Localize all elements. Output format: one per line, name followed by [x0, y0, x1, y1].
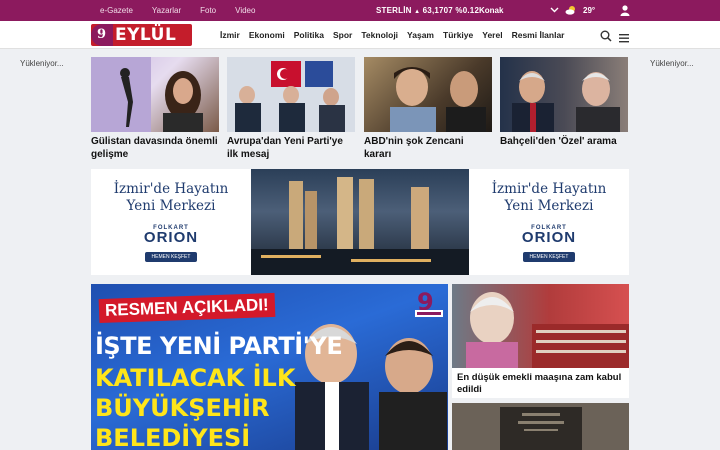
ad-brand-main: ORION: [521, 229, 577, 246]
loading-left: Yükleniyor...: [20, 59, 64, 68]
menu-item-ekonomi[interactable]: Ekonomi: [249, 30, 285, 40]
headline-tag: RESMEN AÇIKLADI!: [98, 292, 276, 324]
search-icon[interactable]: [600, 29, 612, 42]
ad-cta-button[interactable]: HEMEN KEŞFET: [144, 252, 198, 262]
news-image: [500, 57, 628, 132]
side-news-card[interactable]: En düşük emekli maaşına zam kabul edildi: [452, 284, 629, 398]
news-card[interactable]: ABD'nin şok Zencani kararı: [364, 57, 492, 161]
user-icon[interactable]: [620, 5, 630, 16]
ad-headline-2: Yeni Merkezi: [504, 198, 594, 214]
top-bar: e-Gazete Yazarlar Foto Video STERLİN ▲ 6…: [0, 0, 720, 21]
ad-headline-2: Yeni Merkezi: [126, 198, 216, 214]
link-video[interactable]: Video: [235, 6, 255, 15]
ad-headline-1: İzmir'de Hayatın: [113, 181, 229, 197]
ad-brand-main: ORION: [143, 229, 199, 246]
currency-change: %0.12: [455, 6, 480, 15]
temperature: 29°: [583, 6, 596, 15]
headline-line-4: BELEDİYESİ: [95, 424, 251, 450]
ad-skyline-image: [251, 169, 469, 275]
headline-line-1: İŞTE YENİ PARTİ'YE: [95, 332, 343, 360]
ad-headline-1: İzmir'de Hayatın: [491, 181, 607, 197]
news-card[interactable]: Gülistan davasında önemli gelişme: [91, 57, 219, 161]
news-image: [364, 57, 492, 132]
up-arrow-icon: ▲: [414, 9, 421, 15]
news-card[interactable]: Avrupa'dan Yeni Parti'ye ilk mesaj: [227, 57, 355, 161]
ad-cta-button[interactable]: HEMEN KEŞFET: [522, 252, 576, 262]
menu-item-teknoloji[interactable]: Teknoloji: [361, 30, 398, 40]
ad-left-panel: İzmir'de Hayatın Yeni Merkezi FOLKART OR…: [91, 169, 251, 275]
menu-item-yasam[interactable]: Yaşam: [407, 30, 434, 40]
menu-item-izmir[interactable]: İzmir: [220, 30, 240, 40]
eylul-badge-icon: 9: [413, 286, 445, 318]
side-news-image: [452, 284, 629, 368]
news-image: [227, 57, 355, 132]
menu-item-turkiye[interactable]: Türkiye: [443, 30, 473, 40]
menu-item-resmi-ilanlar[interactable]: Resmi İlanlar: [512, 30, 565, 40]
logo-mark: 9: [91, 24, 113, 46]
chevron-down-icon[interactable]: [550, 5, 559, 16]
top-links: e-Gazete Yazarlar Foto Video: [100, 6, 274, 15]
menu-item-politika[interactable]: Politika: [294, 30, 324, 40]
ad-right-panel: İzmir'de Hayatın Yeni Merkezi FOLKART OR…: [469, 169, 629, 275]
side-news-title: En düşük emekli maaşına zam kabul edildi: [457, 372, 622, 395]
partly-cloudy-icon: [565, 5, 577, 15]
news-title: ABD'nin şok Zencani kararı: [364, 136, 464, 160]
headline-line-2: KATILACAK İLK: [95, 364, 296, 392]
menu-item-yerel[interactable]: Yerel: [482, 30, 502, 40]
category-menu: İzmir Ekonomi Politika Spor Teknoloji Ya…: [220, 30, 574, 40]
ad-banner[interactable]: İzmir'de Hayatın Yeni Merkezi FOLKART OR…: [91, 169, 629, 275]
news-image: [91, 57, 219, 132]
loading-right: Yükleniyor...: [650, 59, 694, 68]
city-label: Konak: [479, 6, 504, 15]
main-nav: 9 EYLÜL İzmir Ekonomi Politika Spor Tekn…: [0, 21, 720, 49]
currency-rate: 63,1707: [422, 6, 453, 15]
link-e-gazete[interactable]: e-Gazete: [100, 6, 133, 15]
link-yazarlar[interactable]: Yazarlar: [152, 6, 181, 15]
logo-text: EYLÜL: [115, 25, 177, 45]
site-logo[interactable]: 9 EYLÜL: [91, 24, 192, 46]
hamburger-menu-icon[interactable]: [619, 30, 629, 43]
currency-name: STERLİN: [376, 6, 412, 15]
menu-item-spor[interactable]: Spor: [333, 30, 352, 40]
link-foto[interactable]: Foto: [200, 6, 216, 15]
headline-line-3: BÜYÜKŞEHİR: [95, 394, 270, 422]
news-title: Gülistan davasında önemli gelişme: [91, 136, 218, 160]
news-title: Avrupa'dan Yeni Parti'ye ilk mesaj: [227, 136, 343, 160]
side-news-card-2[interactable]: [452, 403, 629, 450]
headline-story[interactable]: RESMEN AÇIKLADI! İŞTE YENİ PARTİ'YE KATI…: [91, 284, 448, 450]
news-title: Bahçeli'den 'Özel' arama: [500, 136, 617, 147]
news-card[interactable]: Bahçeli'den 'Özel' arama: [500, 57, 628, 149]
currency-ticker: STERLİN ▲ 63,1707 %0.12: [376, 6, 479, 15]
